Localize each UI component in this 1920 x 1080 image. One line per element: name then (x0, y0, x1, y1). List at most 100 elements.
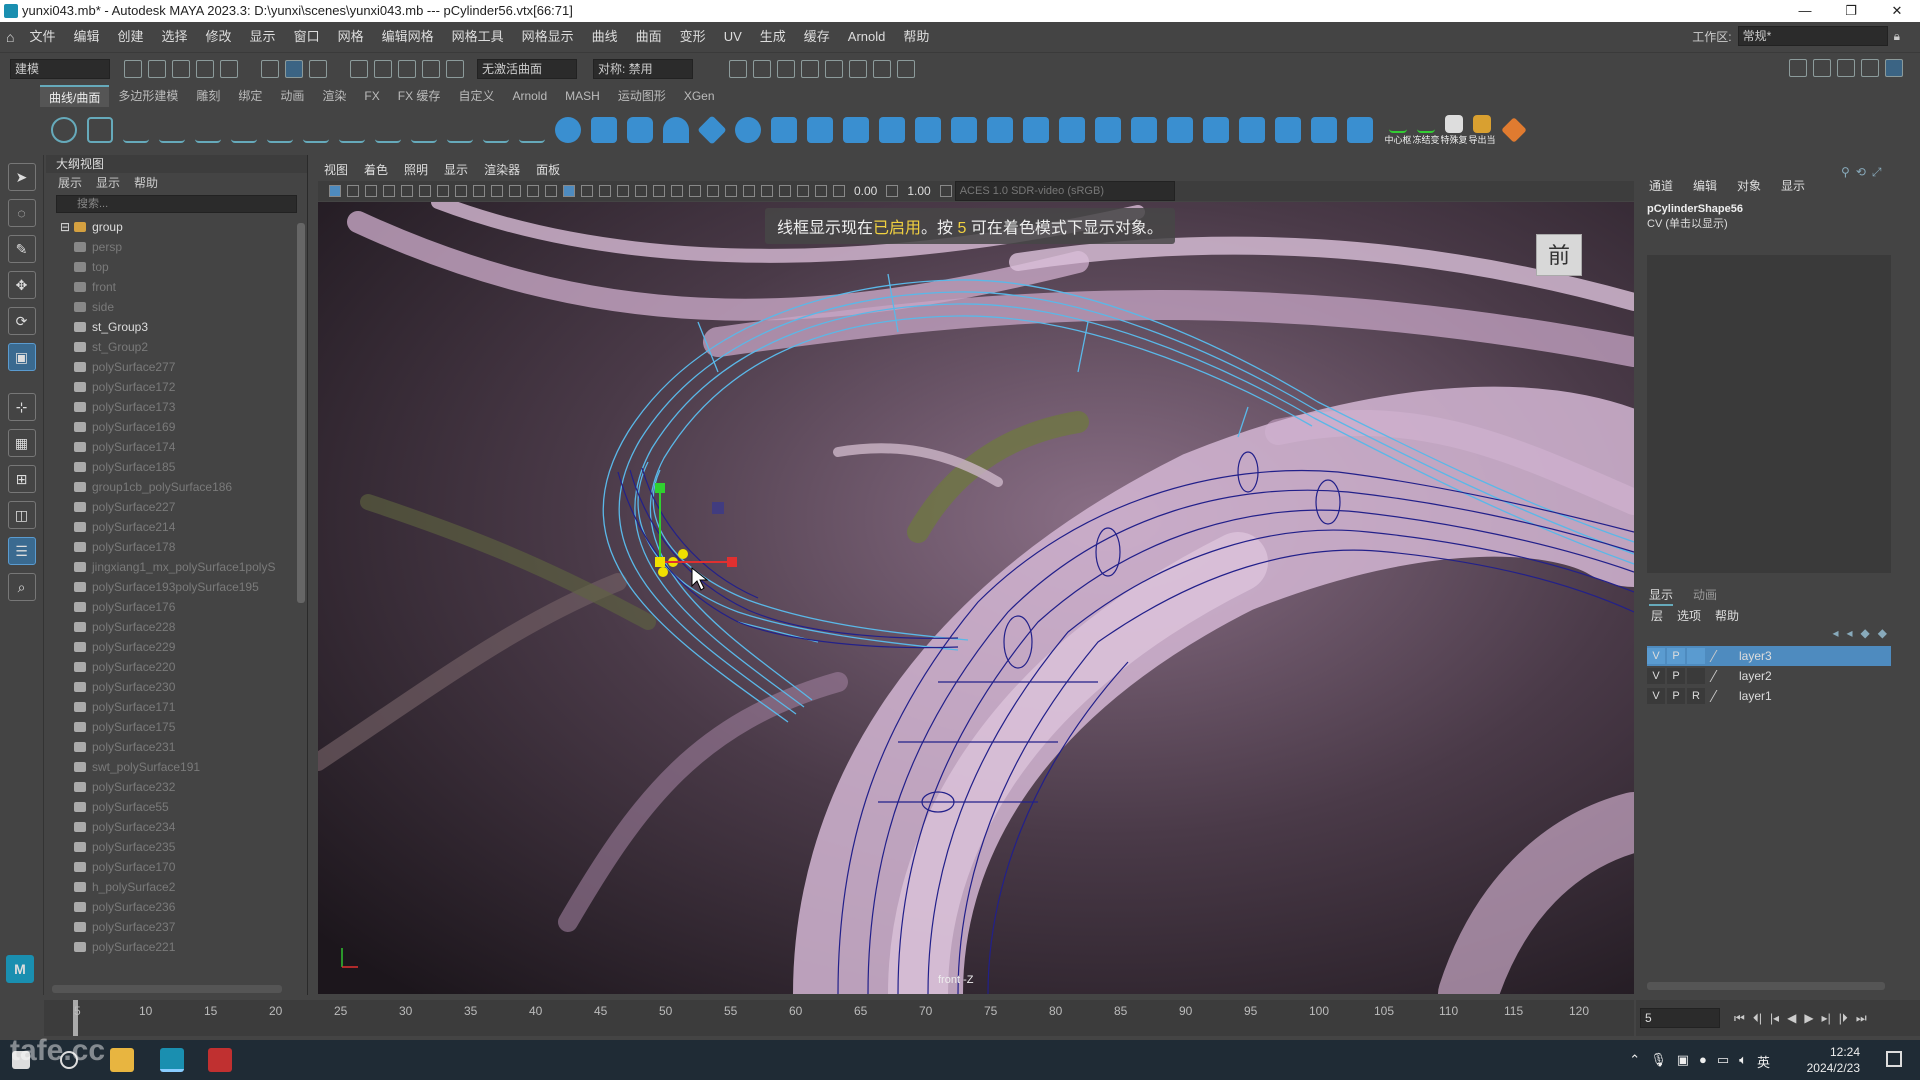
menu-set-dropdown[interactable]: 建模 (10, 59, 110, 79)
system-clock[interactable]: 12:24 2024/2/23 (1807, 1044, 1860, 1076)
detach-surface-icon[interactable] (1239, 117, 1265, 143)
undo-icon[interactable] (196, 60, 214, 78)
channel-tool-icon-1[interactable]: ⚲ (1841, 165, 1850, 180)
select-object-icon[interactable] (285, 60, 303, 78)
rebuild-surface-icon[interactable] (1311, 117, 1337, 143)
symmetry-dropdown[interactable]: 对称: 禁用 (593, 59, 693, 79)
outliner-item[interactable]: ⊟ group (46, 217, 307, 237)
outliner-item[interactable]: polySurface175 (46, 717, 307, 737)
outliner-item[interactable]: polySurface169 (46, 417, 307, 437)
step-back-key-icon[interactable]: ⏴| (1753, 1011, 1762, 1026)
tool-settings-icon[interactable] (1861, 59, 1879, 77)
shelf-tab-motion-graphics[interactable]: 运动图形 (609, 85, 675, 107)
step-back-frame-icon[interactable]: |◂ (1770, 1011, 1779, 1025)
new-layer-from-selection-icon[interactable]: ◆ (1878, 626, 1887, 646)
nurbs-square-icon[interactable] (87, 117, 113, 143)
redo-icon[interactable] (220, 60, 238, 78)
outliner-item[interactable]: polySurface230 (46, 677, 307, 697)
taskbar-app-icon[interactable] (208, 1048, 232, 1072)
workspace-dropdown[interactable]: 常规* (1737, 26, 1888, 46)
layer-tab-animation[interactable]: 动画 (1693, 586, 1717, 606)
square-surface-icon[interactable] (1023, 117, 1049, 143)
play-forwards-icon[interactable]: ▶ (1804, 1011, 1813, 1025)
viewport-menu-view[interactable]: 视图 (324, 160, 348, 180)
xray-icon[interactable] (779, 185, 791, 197)
layer-color-swatch[interactable] (1709, 650, 1729, 662)
outliner-item[interactable]: polySurface185 (46, 457, 307, 477)
outliner-scrollbar[interactable] (297, 223, 305, 603)
layer-tab-display[interactable]: 显示 (1649, 586, 1674, 606)
bookmarks-icon[interactable] (365, 185, 377, 197)
layer-row[interactable]: V Player2 (1647, 666, 1891, 686)
layer-color-swatch[interactable] (1709, 670, 1729, 682)
select-hierarchy-icon[interactable] (261, 60, 279, 78)
snap-surface-icon[interactable] (446, 60, 464, 78)
nurbs-torus-icon[interactable] (735, 117, 761, 143)
xray-joints-icon[interactable] (797, 185, 809, 197)
layer-r-toggle[interactable] (1687, 668, 1705, 684)
outliner-layout-icon[interactable]: ☰ (7, 537, 36, 565)
search-icon[interactable]: ⌕ (7, 573, 36, 601)
nurbs-circle-icon[interactable] (51, 117, 77, 143)
outliner-item[interactable]: jingxiang1_mx_polySurface1polyS (46, 557, 307, 577)
menu-edit[interactable]: 编辑 (64, 22, 108, 52)
step-forward-key-icon[interactable]: |⏵ (1839, 1011, 1848, 1026)
gate-mask-icon[interactable] (491, 185, 503, 197)
outliner-item[interactable]: persp (46, 237, 307, 257)
new-scene-icon[interactable] (124, 60, 142, 78)
cut-curve-icon[interactable] (339, 117, 365, 143)
viewport-scene[interactable] (318, 202, 1634, 994)
shelf-tab-xgen[interactable]: XGen (675, 85, 724, 107)
menu-surfaces[interactable]: 曲面 (627, 22, 671, 52)
outliner-item[interactable]: polySurface234 (46, 817, 307, 837)
ime-indicator[interactable]: 英 (1757, 1052, 1770, 1071)
new-empty-layer-icon[interactable]: ◆ (1861, 626, 1870, 646)
bevel-plus-icon[interactable] (951, 117, 977, 143)
outliner-item[interactable]: polySurface193polySurface195 (46, 577, 307, 597)
outliner-item[interactable]: polySurface228 (46, 617, 307, 637)
outliner-menu-display[interactable]: 显示 (96, 173, 120, 193)
outliner-menu-show[interactable]: 展示 (58, 173, 82, 193)
outliner-item[interactable]: polySurface227 (46, 497, 307, 517)
nurbs-sphere-icon[interactable] (555, 117, 581, 143)
outliner-menu-help[interactable]: 帮助 (134, 173, 158, 193)
home-icon[interactable]: ⌂ (6, 29, 14, 45)
menu-uv[interactable]: UV (715, 22, 751, 52)
field-chart-icon[interactable] (509, 185, 521, 197)
revolve-icon[interactable] (771, 117, 797, 143)
menu-mesh-display[interactable]: 网格显示 (513, 22, 583, 52)
cv-curve-icon[interactable] (123, 117, 149, 143)
outliner-item[interactable]: polySurface178 (46, 537, 307, 557)
duplicate-special-tool[interactable]: 特殊复 (1440, 114, 1468, 146)
image-plane-icon[interactable] (383, 185, 395, 197)
outliner-item[interactable]: polySurface170 (46, 857, 307, 877)
layer-hscrollbar[interactable] (1647, 982, 1885, 990)
resolution-gate-icon[interactable] (473, 185, 485, 197)
channel-menu-channels[interactable]: 通道 (1649, 175, 1673, 197)
viewport-menu-show[interactable]: 显示 (444, 160, 468, 180)
view-cube[interactable]: 前 (1536, 234, 1582, 276)
current-frame-field[interactable]: 5 (1640, 1008, 1720, 1028)
menu-cache[interactable]: 缓存 (795, 22, 839, 52)
channel-tool-icon-2[interactable]: ⟲ (1856, 165, 1866, 180)
attribute-editor-toggle-icon[interactable] (1837, 59, 1855, 77)
microphone-icon[interactable]: 🎙︎ (1650, 1052, 1667, 1071)
layer-p-toggle[interactable]: P (1667, 668, 1685, 684)
move-layer-down-icon[interactable]: ◂ (1847, 626, 1853, 646)
wireframe-icon[interactable] (563, 185, 575, 197)
cv-display-hint[interactable]: CV (单击以显示) (1643, 215, 1895, 231)
tray-chevron-icon[interactable]: ⌃ (1629, 1052, 1640, 1071)
outliner-item[interactable]: polySurface232 (46, 777, 307, 797)
loft-icon[interactable] (807, 117, 833, 143)
grease-pencil-icon[interactable] (419, 185, 431, 197)
viewport-menu-panels[interactable]: 面板 (536, 160, 560, 180)
outliner-item[interactable]: side (46, 297, 307, 317)
layer-color-swatch[interactable] (1709, 690, 1729, 702)
maya-logo-icon[interactable]: M (6, 955, 34, 983)
outliner-item[interactable]: group1cb_polySurface186 (46, 477, 307, 497)
shadows-icon[interactable] (671, 185, 683, 197)
menu-help[interactable]: 帮助 (894, 22, 938, 52)
menu-window[interactable]: 窗口 (285, 22, 329, 52)
outliner-item[interactable]: h_polySurface2 (46, 877, 307, 897)
outliner-item[interactable]: st_Group3 (46, 317, 307, 337)
